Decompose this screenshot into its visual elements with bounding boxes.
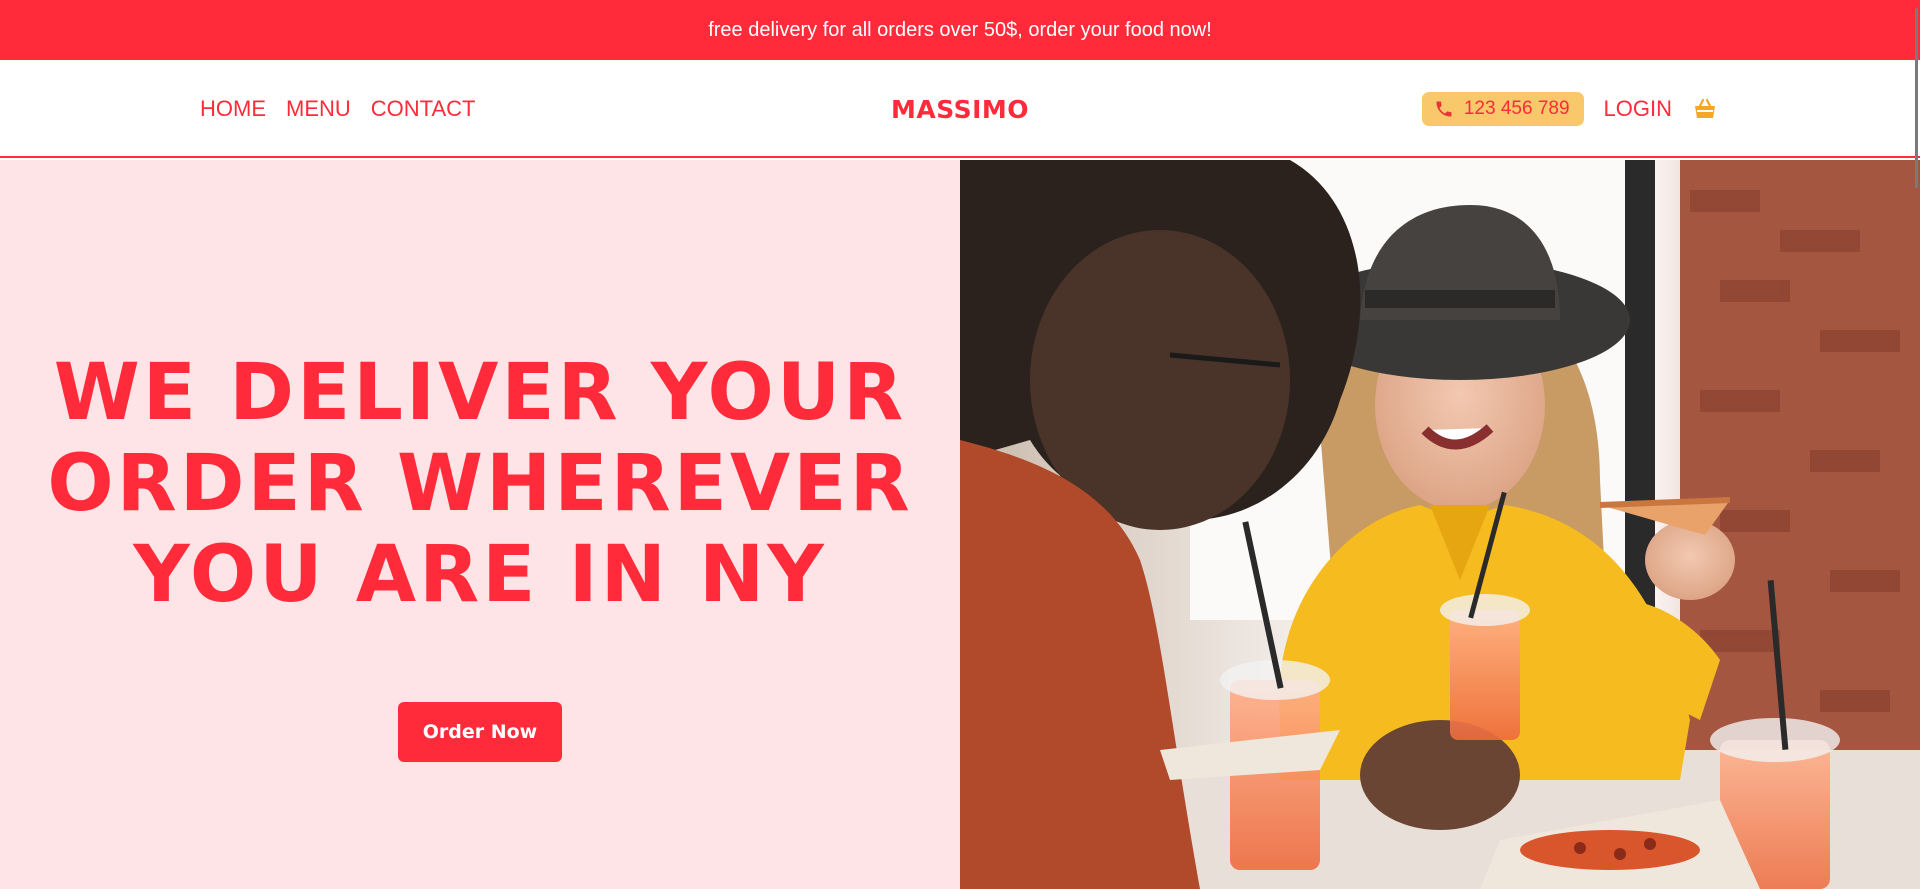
phone-icon: [1436, 101, 1452, 117]
promo-banner: free delivery for all orders over 50$, o…: [0, 0, 1920, 60]
hero-title-line: WE DELIVER YOUR: [53, 348, 907, 438]
phone-number: 123 456 789: [1463, 98, 1570, 119]
scrollbar[interactable]: [1912, 0, 1920, 889]
nav-home[interactable]: HOME: [200, 96, 266, 122]
basket-icon: [1695, 98, 1715, 118]
nav-menu[interactable]: MENU: [286, 96, 351, 122]
promo-text: free delivery for all orders over 50$, o…: [708, 18, 1212, 41]
site-header: HOME MENU CONTACT MASSIMO 123 456 789 LO…: [0, 60, 1920, 158]
hero-image: [960, 160, 1920, 889]
hero-photo-illustration: [960, 160, 1920, 889]
hero-title-line: ORDER WHEREVER: [47, 439, 913, 529]
login-link[interactable]: LOGIN: [1604, 96, 1672, 122]
scrollbar-thumb[interactable]: [1915, 8, 1918, 188]
order-now-button[interactable]: Order Now: [398, 702, 562, 762]
nav-contact[interactable]: CONTACT: [371, 96, 476, 122]
brand-name[interactable]: MASSIMO: [891, 95, 1029, 124]
basket-button[interactable]: [1692, 96, 1718, 122]
hero-title-line: YOU ARE IN NY: [133, 530, 827, 620]
hero-section: WE DELIVER YOUR ORDER WHEREVER YOU ARE I…: [0, 160, 960, 889]
header-tools: 123 456 789 LOGIN: [1421, 60, 1718, 158]
hero-title: WE DELIVER YOUR ORDER WHEREVER YOU ARE I…: [0, 348, 960, 621]
phone-button[interactable]: 123 456 789: [1421, 92, 1584, 126]
main-nav: HOME MENU CONTACT: [200, 60, 475, 158]
